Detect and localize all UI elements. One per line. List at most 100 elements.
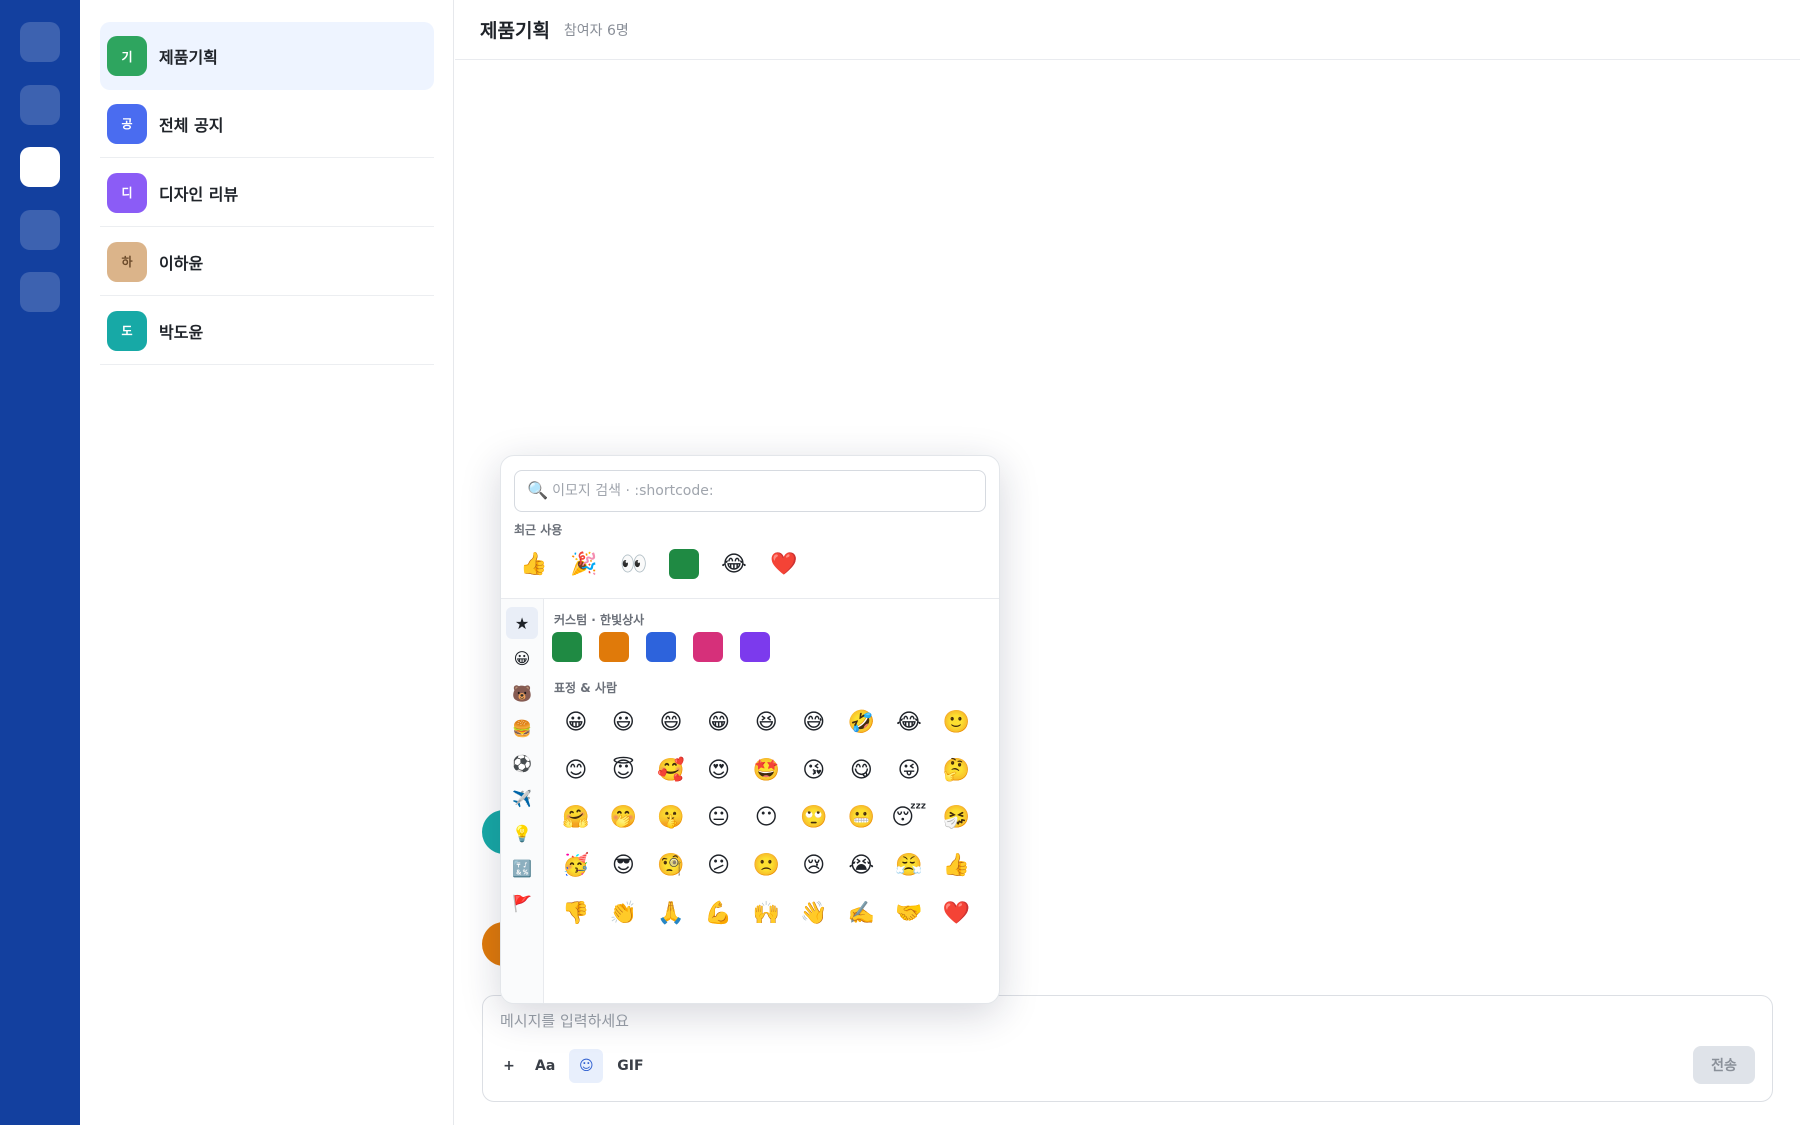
emoji-grid-item[interactable]: 🤫 (647, 794, 695, 842)
page-title: 제품기획 (480, 20, 550, 42)
emoji-grid-item[interactable]: 😢 (790, 842, 838, 890)
emoji-grid-item[interactable]: 😶 (742, 794, 790, 842)
channel-name: 이하윤 (159, 253, 204, 273)
custom-emoji-swatch (669, 549, 699, 579)
emoji-grid-item[interactable]: 😆 (742, 699, 790, 747)
category-animals-icon[interactable]: 🐻 (506, 677, 538, 709)
custom-emoji-green[interactable] (552, 632, 582, 662)
emoji-grid-item[interactable]: 😭 (838, 842, 886, 890)
channel-item-dm-lee-hayun[interactable]: 하 이하윤 (100, 228, 434, 296)
attach-plus-button[interactable]: + (497, 1049, 521, 1083)
emoji-grid-item[interactable]: 😊 (552, 747, 600, 795)
emoji-grid-item[interactable]: 😁 (695, 699, 743, 747)
emoji-grid-item[interactable]: 🙁 (742, 842, 790, 890)
custom-emoji-pink[interactable] (693, 632, 723, 662)
emoji-grid-item[interactable]: 😃 (600, 699, 648, 747)
custom-emoji-blue[interactable] (646, 632, 676, 662)
category-flags-icon[interactable]: 🚩 (506, 887, 538, 919)
emoji-grid-item[interactable]: 👏 (600, 889, 648, 937)
emoji-grid-item[interactable]: 🤩 (742, 747, 790, 795)
emoji-grid-item[interactable]: 🧐 (647, 842, 695, 890)
rail-item-3-active[interactable] (20, 147, 60, 187)
emoji-heart[interactable]: ❤️ (759, 541, 809, 587)
emoji-grid-item[interactable]: 🤔 (933, 747, 981, 795)
category-smileys-icon[interactable]: 😀 (506, 642, 538, 674)
emoji-search: 🔍 (514, 470, 986, 512)
emoji-eyes[interactable]: 👀 (609, 541, 659, 587)
channel-item-product-planning[interactable]: 기 제품기획 (100, 22, 434, 90)
channel-name: 박도윤 (159, 322, 204, 342)
send-button[interactable]: 전송 (1693, 1046, 1755, 1084)
emoji-grid-item[interactable]: 🙌 (742, 889, 790, 937)
emoji-grid-item[interactable]: 😎 (600, 842, 648, 890)
category-travel-icon[interactable]: ✈️ (506, 782, 538, 814)
category-objects-icon[interactable]: 💡 (506, 817, 538, 849)
picker-divider (501, 598, 999, 599)
emoji-grid-item[interactable]: 😕 (695, 842, 743, 890)
emoji-button[interactable]: ☺ (569, 1049, 604, 1083)
category-food-icon[interactable]: 🍔 (506, 712, 538, 744)
message-composer: 메시지를 입력하세요 + Aa ☺ GIF 전송 (482, 995, 1773, 1102)
emoji-grid-item[interactable]: 🥰 (647, 747, 695, 795)
emoji-grid-item[interactable]: 🙂 (933, 699, 981, 747)
channel-item-design-review[interactable]: 디 디자인 리뷰 (100, 159, 434, 227)
search-icon: 🔍 (527, 481, 549, 501)
emoji-grid-item[interactable]: 💪 (695, 889, 743, 937)
emoji-joy[interactable]: 😂 (709, 541, 759, 587)
rail-item-1[interactable] (20, 22, 60, 62)
emoji-grid-item[interactable]: ❤️ (933, 889, 981, 937)
emoji-grid-item[interactable]: 😅 (790, 699, 838, 747)
emoji-grid-item[interactable]: 👎 (552, 889, 600, 937)
message-input[interactable]: 메시지를 입력하세요 (500, 1010, 629, 1031)
category-custom-star-icon[interactable]: ★ (506, 607, 538, 639)
emoji-grid-item[interactable]: 🙏 (647, 889, 695, 937)
emoji-grid-item[interactable]: 😜 (885, 747, 933, 795)
emoji-grid-item[interactable]: 😘 (790, 747, 838, 795)
emoji-grid-item[interactable]: 😄 (647, 699, 695, 747)
emoji-grid-item[interactable]: 🤭 (600, 794, 648, 842)
rail-item-5[interactable] (20, 272, 60, 312)
channel-name: 디자인 리뷰 (159, 184, 239, 204)
emoji-grid-item[interactable]: 🤣 (838, 699, 886, 747)
emoji-grid-item[interactable]: 😬 (838, 794, 886, 842)
channel-item-announcements[interactable]: 공 전체 공지 (100, 90, 434, 158)
emoji-grid-item[interactable]: 🤝 (885, 889, 933, 937)
channel-avatar: 기 (107, 36, 147, 76)
format-text-button[interactable]: Aa (529, 1049, 561, 1083)
people-section-label: 표정 & 사람 (554, 681, 617, 695)
rail-item-2[interactable] (20, 85, 60, 125)
rail-item-4[interactable] (20, 210, 60, 250)
custom-emoji-green[interactable] (659, 541, 709, 587)
channel-item-dm-park-doyun[interactable]: 도 박도윤 (100, 297, 434, 365)
smile-icon: ☺ (578, 1058, 594, 1074)
emoji-grid-item[interactable]: 😇 (600, 747, 648, 795)
custom-section-label: 커스텀 · 한빛상사 (554, 613, 645, 627)
emoji-grid-item[interactable]: 🥳 (552, 842, 600, 890)
emoji-grid-item[interactable]: 😋 (838, 747, 886, 795)
emoji-grid-item[interactable]: 😤 (885, 842, 933, 890)
gif-button[interactable]: GIF (611, 1049, 649, 1083)
category-symbols-icon[interactable]: 🔣 (506, 852, 538, 884)
emoji-grid-item[interactable]: 😐 (695, 794, 743, 842)
emoji-grid-item[interactable]: 🤧 (933, 794, 981, 842)
emoji-thumbs-up[interactable]: 👍 (509, 541, 559, 587)
emoji-grid-item[interactable]: 🤗 (552, 794, 600, 842)
emoji-grid-item[interactable]: 🙄 (790, 794, 838, 842)
emoji-grid-item[interactable]: 👍 (933, 842, 981, 890)
emoji-grid-item[interactable]: 😀 (552, 699, 600, 747)
emoji-grid-item[interactable]: 😂 (885, 699, 933, 747)
custom-emoji-purple[interactable] (740, 632, 770, 662)
emoji-search-input[interactable] (552, 483, 973, 499)
custom-emoji-orange[interactable] (599, 632, 629, 662)
emoji-grid-item[interactable]: 😴 (885, 794, 933, 842)
composer-toolbar: + Aa ☺ GIF (497, 1047, 650, 1085)
emoji-grid-item[interactable]: ✍️ (838, 889, 886, 937)
emoji-party-popper[interactable]: 🎉 (559, 541, 609, 587)
participant-count: 참여자 6명 (563, 22, 629, 39)
emoji-grid-item[interactable]: 😍 (695, 747, 743, 795)
category-activity-icon[interactable]: ⚽ (506, 747, 538, 779)
emoji-category-bar: ★ 😀 🐻 🍔 ⚽ ✈️ 💡 🔣 🚩 (501, 599, 544, 1003)
channel-name: 전체 공지 (159, 115, 224, 135)
emoji-grid-item[interactable]: 👋 (790, 889, 838, 937)
channel-list: 기 제품기획 공 전체 공지 디 디자인 리뷰 하 이하윤 도 박도윤 (80, 0, 454, 1125)
